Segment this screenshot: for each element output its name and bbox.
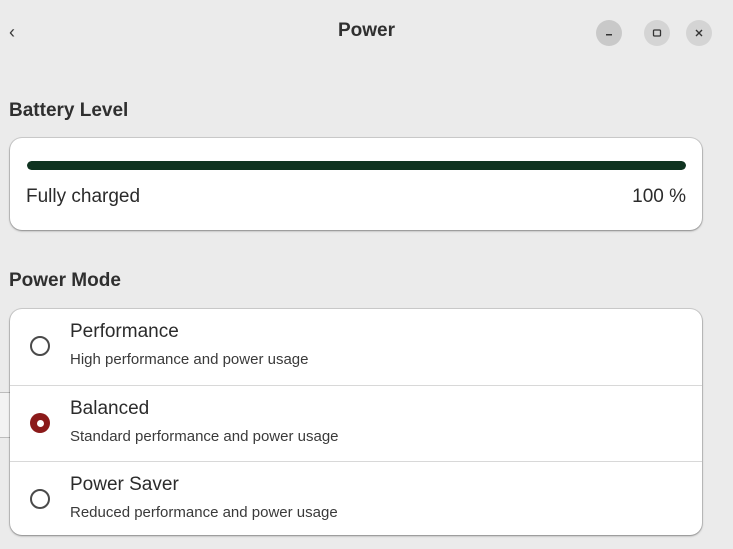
battery-card: Fully charged 100 % [10,138,702,230]
header-bar: ‹ Power [0,0,733,64]
maximize-button[interactable] [644,20,670,46]
battery-level-bar [27,161,686,170]
close-button[interactable] [686,20,712,46]
power-mode-list: Performance High performance and power u… [10,309,702,535]
power-mode-power-saver[interactable]: Power Saver Reduced performance and powe… [10,461,702,537]
radio-button[interactable] [30,489,50,509]
mode-description: Reduced performance and power usage [70,504,338,521]
mode-name: Performance [70,321,179,342]
minimize-button[interactable] [596,20,622,46]
radio-button[interactable] [30,336,50,356]
maximize-icon [652,29,662,37]
power-settings-window: ‹ Power Battery Level Fully charged 100 … [0,0,733,549]
radio-button-selected[interactable] [30,413,50,433]
close-icon [695,29,703,37]
mode-name: Power Saver [70,474,179,495]
mode-name: Balanced [70,398,150,419]
power-mode-performance[interactable]: Performance High performance and power u… [10,309,702,384]
battery-percent: 100 % [632,186,686,207]
chevron-left-icon: ‹ [9,21,15,42]
battery-level-fill [27,161,686,170]
mode-description: Standard performance and power usage [70,428,339,445]
back-button[interactable]: ‹ [2,18,22,46]
battery-status: Fully charged [26,186,141,207]
mode-description: High performance and power usage [70,351,309,368]
power-mode-balanced[interactable]: Balanced Standard performance and power … [10,385,702,461]
page-title: Power [337,20,396,41]
minimize-icon [606,34,612,36]
power-mode-heading: Power Mode [9,270,121,291]
battery-level-heading: Battery Level [9,100,129,121]
